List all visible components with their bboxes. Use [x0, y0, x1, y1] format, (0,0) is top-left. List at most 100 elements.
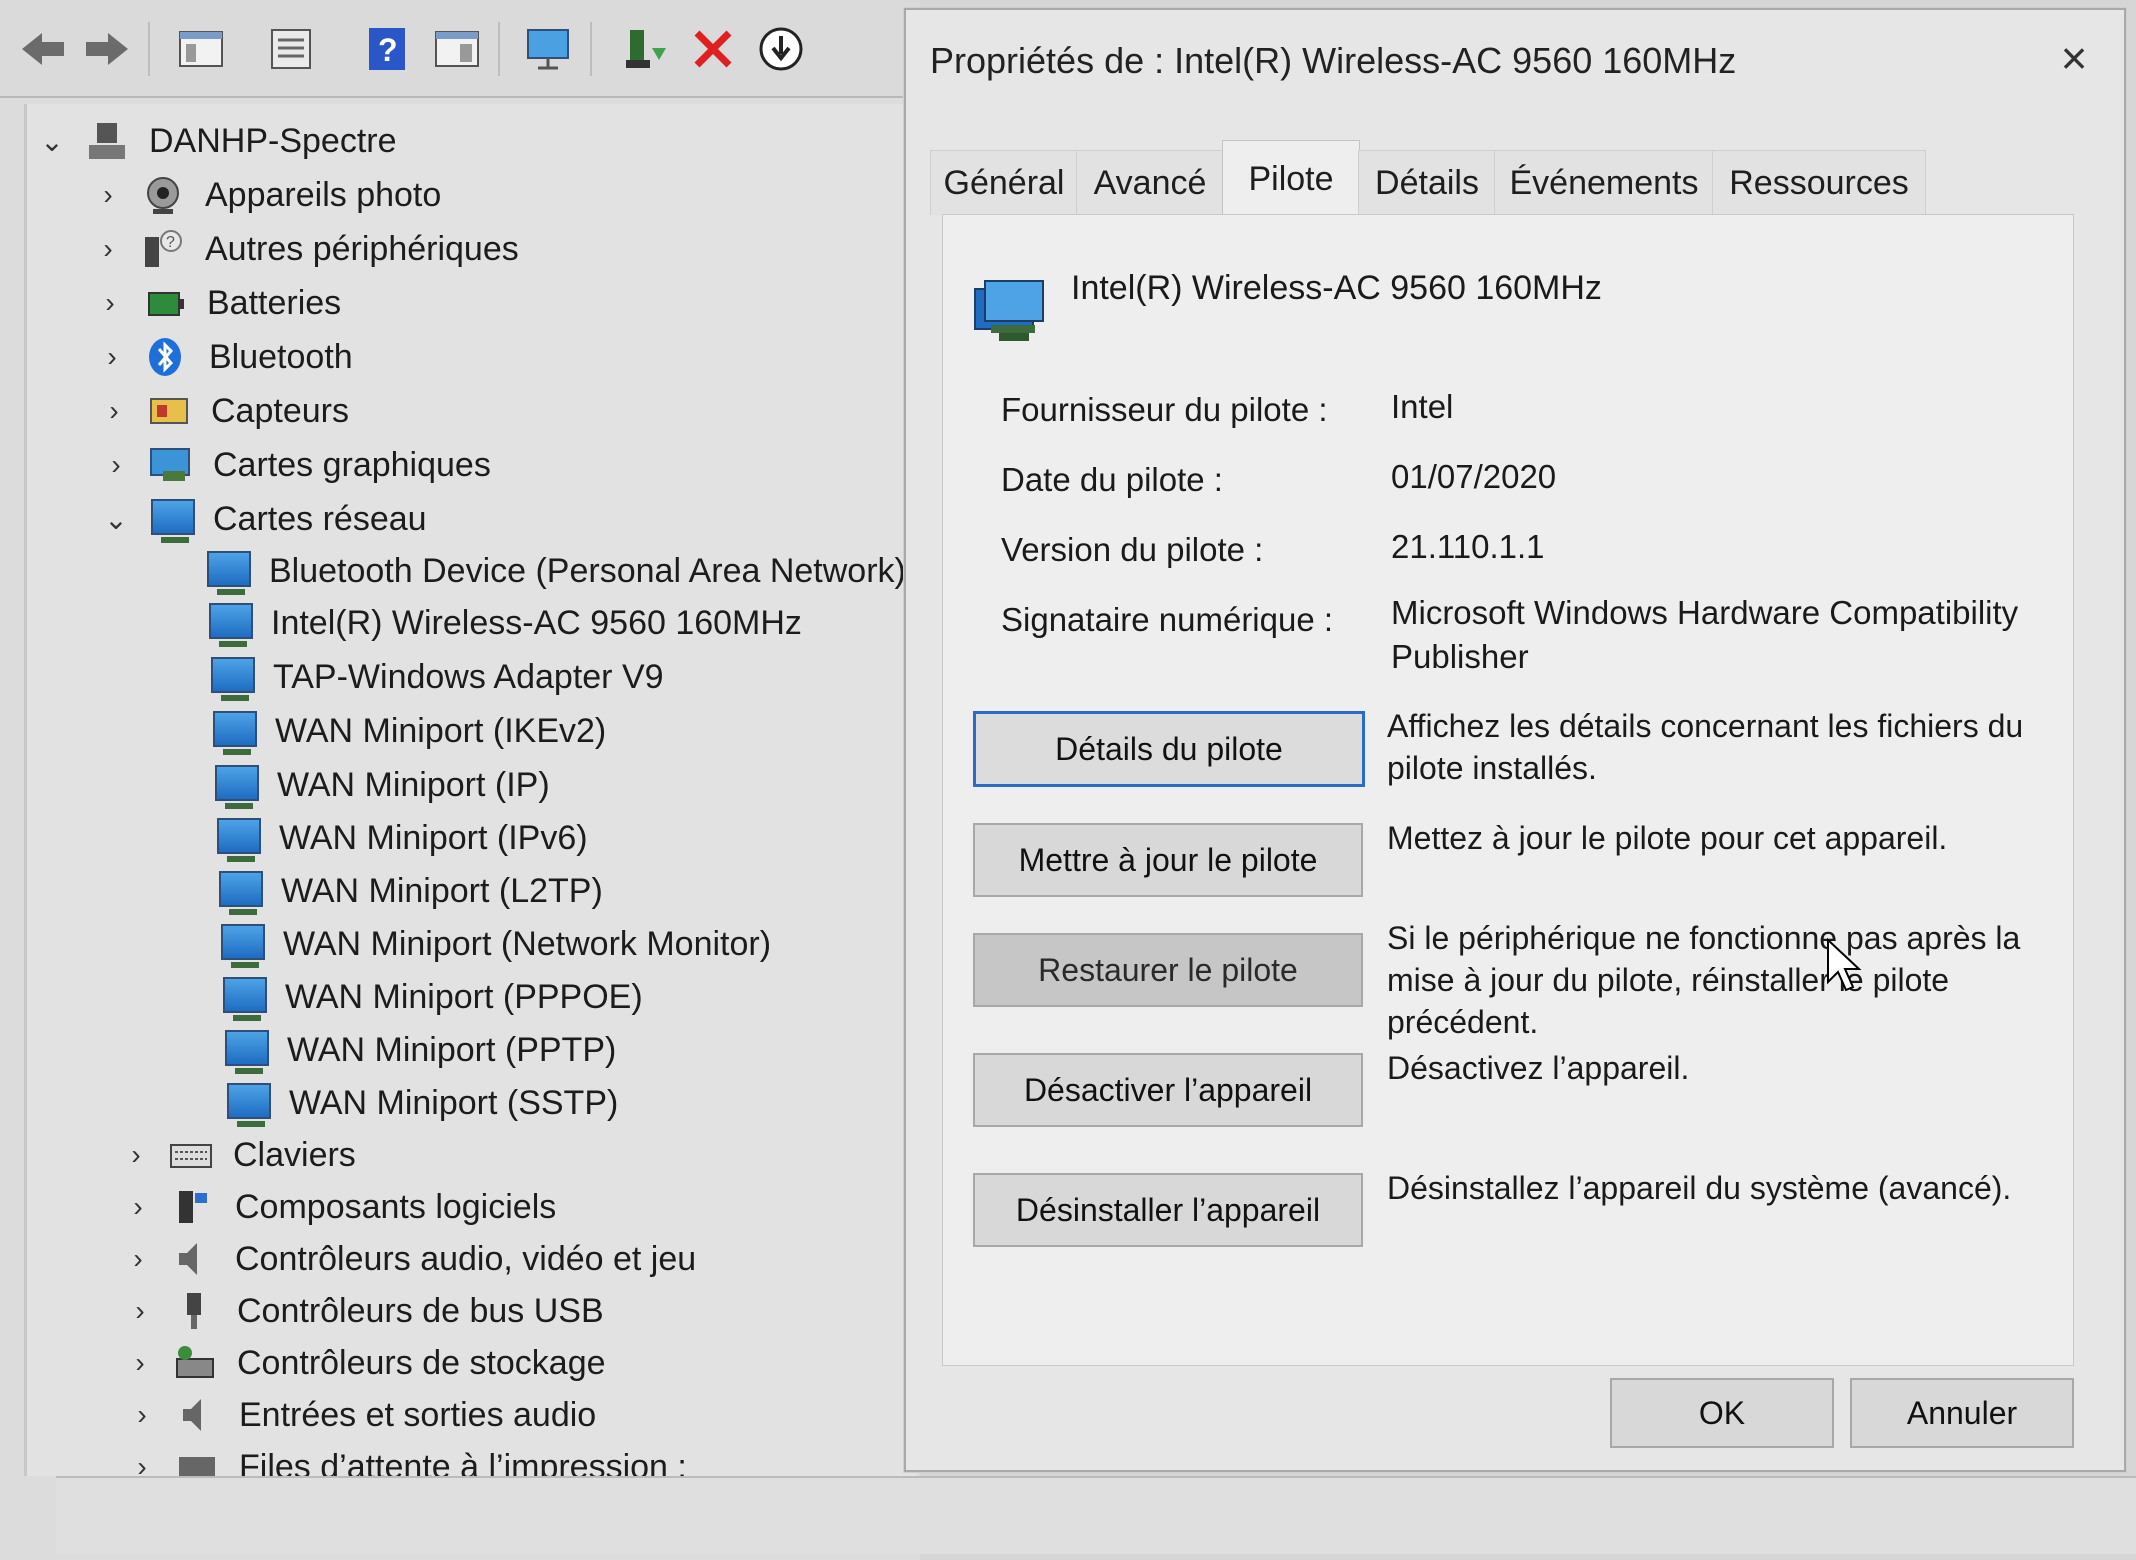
driver-details-button[interactable]: Détails du pilote	[973, 711, 1365, 787]
device-wan-ip[interactable]: WAN Miniport (IP)	[213, 758, 550, 812]
ok-button[interactable]: OK	[1610, 1378, 1834, 1448]
update-driver-button[interactable]: Mettre à jour le pilote	[973, 823, 1363, 897]
tab-details[interactable]: Détails	[1358, 150, 1496, 215]
chevron-right-icon[interactable]: ›	[125, 1347, 155, 1379]
category-controleurs-audio[interactable]: › Contrôleurs audio, vidéo et jeu	[123, 1232, 696, 1286]
tree-root[interactable]: ⌄ DANHP-Spectre	[37, 114, 396, 168]
date-label: Date du pilote :	[1001, 461, 1223, 498]
category-batteries[interactable]: › Batteries	[95, 276, 341, 330]
signer-label: Signataire numérique :	[1001, 601, 1334, 638]
device-wan-pptp[interactable]: WAN Miniport (PPTP)	[223, 1023, 616, 1077]
network-adapter-icon	[211, 711, 257, 755]
disable-device-description: Désactivez l’appareil.	[1387, 1050, 1690, 1086]
uninstall-x-icon[interactable]	[684, 20, 742, 78]
network-adapter-icon	[213, 765, 259, 809]
bluetooth-icon	[145, 337, 189, 377]
chevron-right-icon[interactable]: ›	[101, 449, 131, 481]
tab-avance[interactable]: Avancé	[1076, 150, 1224, 215]
category-controleurs-usb[interactable]: › Contrôleurs de bus USB	[125, 1284, 604, 1338]
tab-evenements[interactable]: Événements	[1494, 150, 1714, 215]
audio-io-icon	[175, 1395, 219, 1435]
category-cartes-reseau[interactable]: ⌄ Cartes réseau	[101, 492, 427, 546]
update-driver-icon[interactable]	[752, 20, 810, 78]
software-component-icon	[171, 1187, 215, 1227]
back-arrow-icon[interactable]	[14, 20, 72, 78]
chevron-right-icon[interactable]: ›	[123, 1243, 153, 1275]
device-wan-ikev2[interactable]: WAN Miniport (IKEv2)	[211, 704, 606, 758]
device-wan-ipv6[interactable]: WAN Miniport (IPv6)	[215, 811, 588, 865]
add-driver-icon[interactable]	[616, 20, 674, 78]
chevron-right-icon[interactable]: ›	[93, 179, 123, 211]
chevron-right-icon[interactable]: ›	[97, 341, 127, 373]
rollback-driver-button[interactable]: Restaurer le pilote	[973, 933, 1363, 1007]
chevron-down-icon[interactable]: ⌄	[101, 503, 131, 536]
category-autres-peripheriques[interactable]: › ? Autres périphériques	[93, 222, 518, 276]
uninstall-device-description: Désinstallez l’appareil du système (avan…	[1387, 1170, 2012, 1206]
driver-tab-panel: Intel(R) Wireless-AC 9560 160MHz Fournis…	[942, 214, 2074, 1366]
chevron-right-icon[interactable]: ›	[121, 1139, 151, 1171]
update-driver-description: Mettez à jour le pilote pour cet apparei…	[1387, 820, 1948, 856]
category-label: Claviers	[233, 1135, 356, 1174]
chevron-right-icon[interactable]: ›	[93, 233, 123, 265]
category-capteurs[interactable]: › Capteurs	[99, 384, 349, 438]
category-label: Cartes réseau	[213, 499, 427, 538]
version-label: Version du pilote :	[1001, 531, 1264, 568]
category-files-impression[interactable]: › Files d’attente à l’impression :	[127, 1440, 687, 1476]
forward-arrow-icon[interactable]	[78, 20, 136, 78]
device-manager-window: ? ⌄ DANHP-Spectre › Appareils photo › ? …	[0, 0, 920, 1560]
version-value: 21.110.1.1	[1391, 528, 1545, 565]
category-composants-logiciels[interactable]: › Composants logiciels	[123, 1180, 556, 1234]
category-label: Appareils photo	[205, 175, 442, 214]
provider-label: Fournisseur du pilote :	[1001, 391, 1328, 428]
printer-queue-icon	[175, 1447, 219, 1476]
sensor-icon	[147, 391, 191, 431]
view-panel-icon[interactable]	[428, 20, 486, 78]
cancel-button[interactable]: Annuler	[1850, 1378, 2074, 1448]
chevron-right-icon[interactable]: ›	[127, 1399, 157, 1431]
device-wan-l2tp[interactable]: WAN Miniport (L2TP)	[217, 864, 603, 918]
category-claviers[interactable]: › Claviers	[121, 1128, 356, 1182]
uninstall-device-button[interactable]: Désinstaller l’appareil	[973, 1173, 1363, 1247]
category-appareils-photo[interactable]: › Appareils photo	[93, 168, 441, 222]
date-value: 01/07/2020	[1391, 458, 1557, 495]
properties-icon[interactable]	[262, 20, 320, 78]
network-adapter-icon	[209, 657, 255, 701]
chevron-right-icon[interactable]: ›	[127, 1451, 157, 1476]
device-intel-wireless[interactable]: Intel(R) Wireless-AC 9560 160MHz	[207, 596, 802, 650]
dialog-title: Propriétés de : Intel(R) Wireless-AC 956…	[930, 40, 1737, 81]
battery-icon	[143, 283, 187, 323]
chevron-down-icon[interactable]: ⌄	[37, 125, 67, 158]
category-entrees-sorties-audio[interactable]: › Entrées et sorties audio	[127, 1388, 596, 1442]
device-wan-sstp[interactable]: WAN Miniport (SSTP)	[225, 1076, 618, 1130]
close-icon[interactable]: ×	[2048, 32, 2100, 84]
category-bluetooth[interactable]: › Bluetooth	[97, 330, 353, 384]
device-wan-network-monitor[interactable]: WAN Miniport (Network Monitor)	[219, 917, 771, 971]
properties-dialog: Propriétés de : Intel(R) Wireless-AC 956…	[904, 8, 2126, 1472]
category-label: Contrôleurs audio, vidéo et jeu	[235, 1239, 697, 1278]
tab-general[interactable]: Général	[930, 150, 1078, 215]
device-label: WAN Miniport (Network Monitor)	[283, 924, 772, 963]
category-controleurs-stockage[interactable]: › Contrôleurs de stockage	[125, 1336, 606, 1390]
device-bluetooth-pan[interactable]: Bluetooth Device (Personal Area Network)	[205, 544, 906, 598]
rollback-driver-description: Si le périphérique ne fonctionne pas apr…	[1387, 920, 2021, 1040]
device-label: Bluetooth Device (Personal Area Network)	[269, 551, 906, 590]
chevron-right-icon[interactable]: ›	[123, 1191, 153, 1223]
network-adapter-icon	[225, 1083, 271, 1127]
mouse-cursor-icon	[1826, 937, 1866, 999]
category-label: Contrôleurs de stockage	[237, 1343, 606, 1382]
chevron-right-icon[interactable]: ›	[125, 1295, 155, 1327]
device-wan-pppoe[interactable]: WAN Miniport (PPPOE)	[221, 970, 643, 1024]
network-adapter-icon	[221, 977, 267, 1021]
show-hide-tree-icon[interactable]	[172, 20, 230, 78]
scan-hardware-icon[interactable]	[520, 20, 578, 78]
device-tap-windows[interactable]: TAP-Windows Adapter V9	[209, 650, 664, 704]
help-icon[interactable]: ?	[358, 20, 416, 78]
chevron-right-icon[interactable]: ›	[95, 287, 125, 319]
chevron-right-icon[interactable]: ›	[99, 395, 129, 427]
tab-ressources[interactable]: Ressources	[1712, 150, 1926, 215]
device-label: WAN Miniport (PPPOE)	[285, 977, 643, 1016]
category-label: Contrôleurs de bus USB	[237, 1291, 604, 1330]
tab-pilote[interactable]: Pilote	[1222, 140, 1360, 217]
disable-device-button[interactable]: Désactiver l’appareil	[973, 1053, 1363, 1127]
category-cartes-graphiques[interactable]: › Cartes graphiques	[101, 438, 491, 492]
